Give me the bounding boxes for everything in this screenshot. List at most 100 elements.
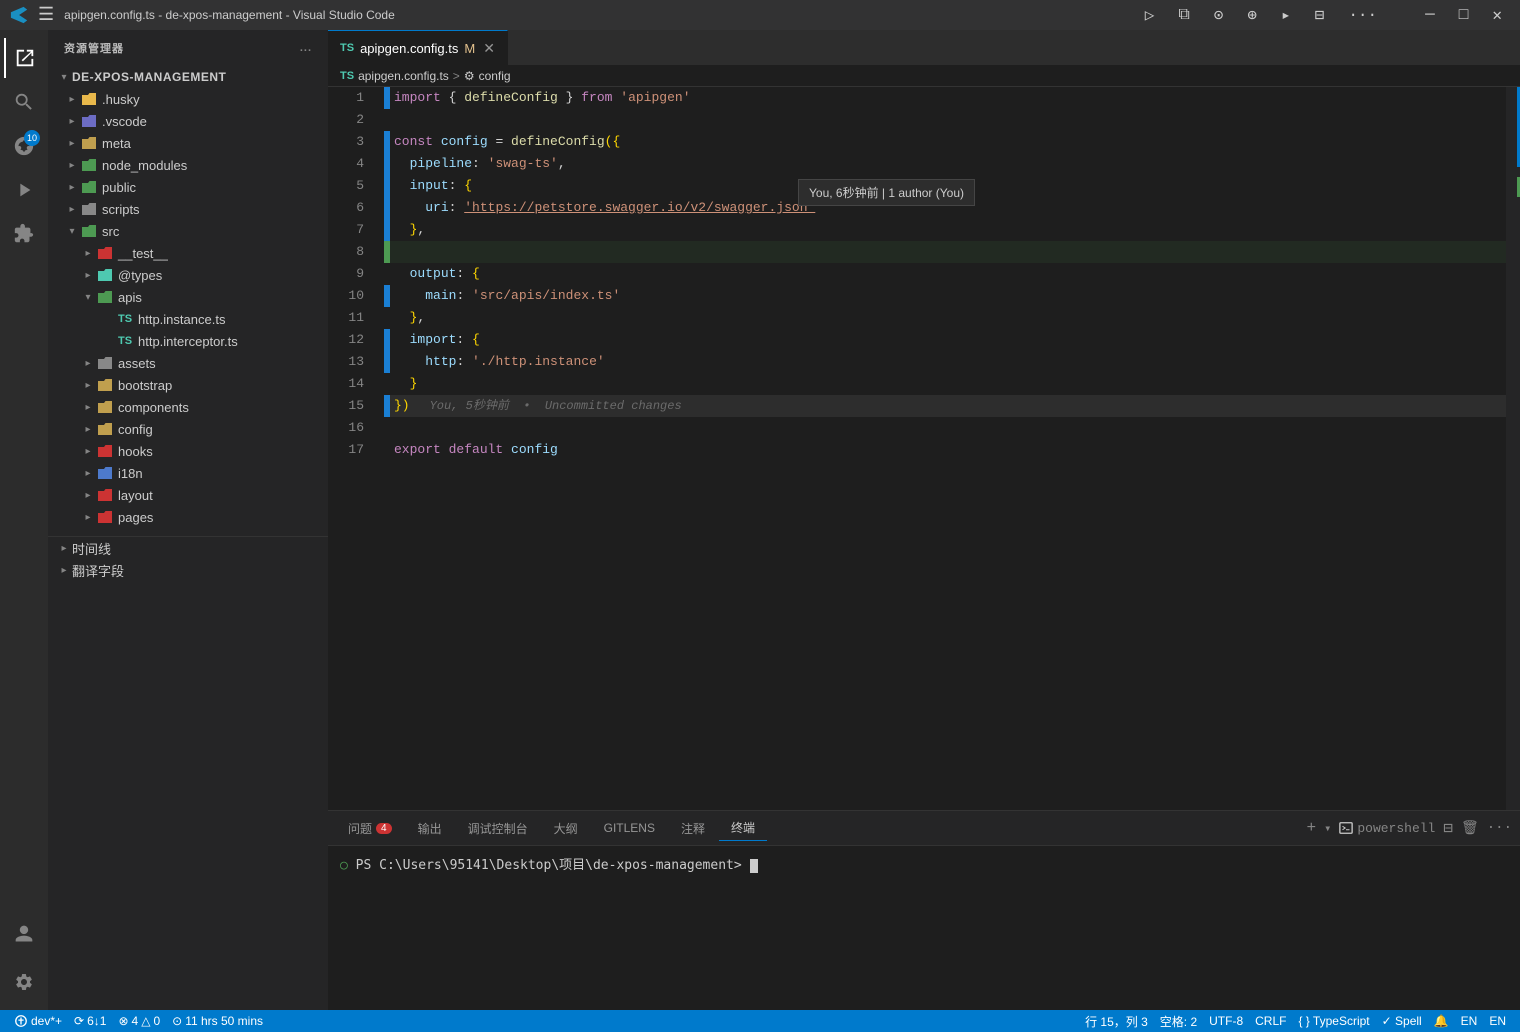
panel-tab-problems[interactable]: 问题 4 <box>336 816 404 841</box>
sidebar-item-husky[interactable]: ▸ .husky <box>48 88 328 110</box>
status-position[interactable]: 行 15，列 3 <box>1079 1010 1154 1032</box>
activity-run-icon[interactable] <box>4 170 44 210</box>
layout-button1[interactable]: ⧉ <box>1170 4 1197 26</box>
panel-content[interactable]: ○ PS C:\Users\95141\Desktop\项目\de-xpos-m… <box>328 846 1520 1010</box>
hamburger-menu-icon[interactable]: ☰ <box>38 4 54 26</box>
panel-trash-icon[interactable]: 🗑 <box>1461 820 1479 837</box>
sidebar-item-http-interceptor[interactable]: ▸ TS http.interceptor.ts <box>48 330 328 352</box>
debug-run-button[interactable]: ▷ <box>1137 3 1163 27</box>
code-editor[interactable]: You, 6秒钟前 | 1 author (You) 1 2 3 4 5 6 7… <box>328 87 1520 810</box>
panel-tab-gitlens[interactable]: GITLENS <box>592 817 667 839</box>
status-sync-text: 6↓1 <box>87 1014 106 1028</box>
sidebar-item-label: .husky <box>102 92 140 107</box>
sidebar-item-hooks[interactable]: ▸ hooks <box>48 440 328 462</box>
status-lang2[interactable]: EN <box>1483 1010 1512 1032</box>
folder-icon <box>96 398 114 416</box>
layout-button5[interactable]: ⊟ <box>1307 3 1333 27</box>
tree-root[interactable]: ▾ DE-XPOS-MANAGEMENT <box>48 66 328 88</box>
breadcrumb-separator: > <box>453 69 460 83</box>
panel-tab-output[interactable]: 输出 <box>406 816 454 841</box>
sidebar-more-button[interactable]: ... <box>300 42 312 54</box>
sidebar-item-timeline[interactable]: ▸ 时间线 <box>48 537 328 559</box>
sidebar-item-public[interactable]: ▸ public <box>48 176 328 198</box>
tab-apipgen-config[interactable]: TS apipgen.config.ts M ✕ <box>328 30 508 65</box>
activity-account-icon[interactable] <box>4 914 44 954</box>
minimize-button[interactable]: ─ <box>1417 4 1443 26</box>
panel-split-icon[interactable]: ⊟ <box>1443 818 1453 838</box>
sidebar-item-vscode[interactable]: ▸ .vscode <box>48 110 328 132</box>
sidebar-item-label: i18n <box>118 466 143 481</box>
status-spaces[interactable]: 空格: 2 <box>1154 1010 1203 1032</box>
breadcrumb-symbol[interactable]: config <box>479 69 511 83</box>
code-token: const <box>394 131 433 153</box>
chevron-right-icon: ▸ <box>80 377 96 393</box>
chevron-right-icon: ▸ <box>56 540 72 556</box>
sidebar-item-assets[interactable]: ▸ assets <box>48 352 328 374</box>
panel-tab-comments[interactable]: 注释 <box>669 816 717 841</box>
status-time[interactable]: ⊙ 11 hrs 50 mins <box>166 1010 269 1032</box>
activity-search-icon[interactable] <box>4 82 44 122</box>
status-remote[interactable]: dev*+ <box>8 1010 68 1032</box>
panel-tab-label: 大纲 <box>554 820 578 837</box>
sidebar-item-test[interactable]: ▸ __test__ <box>48 242 328 264</box>
sidebar-item-node_modules[interactable]: ▸ node_modules <box>48 154 328 176</box>
sidebar-item-i18n[interactable]: ▸ i18n <box>48 462 328 484</box>
status-lang1[interactable]: EN <box>1455 1010 1484 1032</box>
sidebar-item-pages[interactable]: ▸ pages <box>48 506 328 528</box>
code-token: : <box>456 329 472 351</box>
status-spell[interactable]: ✓ Spell <box>1376 1010 1428 1032</box>
sidebar-item-translation[interactable]: ▸ 翻译字段 <box>48 559 328 581</box>
folder-icon <box>96 266 114 284</box>
status-eol[interactable]: CRLF <box>1249 1010 1292 1032</box>
panel-tab-terminal[interactable]: 终端 <box>719 815 767 841</box>
code-token <box>394 219 410 241</box>
layout-button4[interactable]: ▸ <box>1273 3 1299 27</box>
sidebar-item-types[interactable]: ▸ @types <box>48 264 328 286</box>
panel-dropdown-icon[interactable]: ▾ <box>1324 821 1331 836</box>
tab-close-icon[interactable]: ✕ <box>483 40 495 57</box>
activity-extensions-icon[interactable] <box>4 214 44 254</box>
panel-tab-outline[interactable]: 大纲 <box>542 816 590 841</box>
activity-explorer-icon[interactable] <box>4 38 44 78</box>
status-notifications[interactable]: 🔔 <box>1428 1010 1455 1032</box>
breadcrumb-filename[interactable]: apipgen.config.ts <box>358 69 449 83</box>
code-token <box>394 329 410 351</box>
layout-button2[interactable]: ⊙ <box>1206 3 1232 27</box>
sidebar-item-src[interactable]: ▾ src <box>48 220 328 242</box>
sidebar-item-config[interactable]: ▸ config <box>48 418 328 440</box>
panel-tab-label: GITLENS <box>604 821 655 835</box>
sidebar-item-http-instance[interactable]: ▸ TS http.instance.ts <box>48 308 328 330</box>
status-language[interactable]: { } TypeScript <box>1292 1010 1375 1032</box>
sidebar-item-scripts[interactable]: ▸ scripts <box>48 198 328 220</box>
status-sync[interactable]: ⟳ 6↓1 <box>68 1010 112 1032</box>
activity-git-icon[interactable]: 10 <box>4 126 44 166</box>
sidebar-item-meta[interactable]: ▸ meta <box>48 132 328 154</box>
code-token: main <box>425 285 456 307</box>
window-title: apipgen.config.ts - de-xpos-management -… <box>64 8 395 22</box>
sidebar-item-label: config <box>118 422 153 437</box>
sidebar-item-layout[interactable]: ▸ layout <box>48 484 328 506</box>
close-button[interactable]: ✕ <box>1484 3 1510 27</box>
status-errors[interactable]: ⊗ 4 △ 0 <box>112 1010 166 1032</box>
layout-button3[interactable]: ⊕ <box>1239 3 1265 27</box>
sidebar-item-apis[interactable]: ▾ apis <box>48 286 328 308</box>
sidebar-item-label: bootstrap <box>118 378 172 393</box>
code-line-13: http : './http.instance' <box>384 351 1506 373</box>
sidebar-item-bootstrap[interactable]: ▸ bootstrap <box>48 374 328 396</box>
activity-settings-icon[interactable] <box>4 962 44 1002</box>
panel-tab-debug[interactable]: 调试控制台 <box>456 816 540 841</box>
more-button[interactable]: ··· <box>1340 4 1385 26</box>
git-gutter-17 <box>384 439 390 461</box>
folder-icon <box>80 200 98 218</box>
status-encoding[interactable]: UTF-8 <box>1203 1010 1249 1032</box>
folder-open-icon <box>96 288 114 306</box>
sidebar-item-components[interactable]: ▸ components <box>48 396 328 418</box>
code-token: , <box>558 153 566 175</box>
panel-tab-label: 注释 <box>681 820 705 837</box>
minimap[interactable] <box>1506 87 1520 810</box>
code-token: defineConfig <box>464 87 558 109</box>
code-token: from <box>581 87 612 109</box>
panel-add-icon[interactable]: + <box>1307 819 1317 837</box>
panel-more-icon[interactable]: ··· <box>1487 820 1512 836</box>
maximize-button[interactable]: □ <box>1451 4 1477 26</box>
